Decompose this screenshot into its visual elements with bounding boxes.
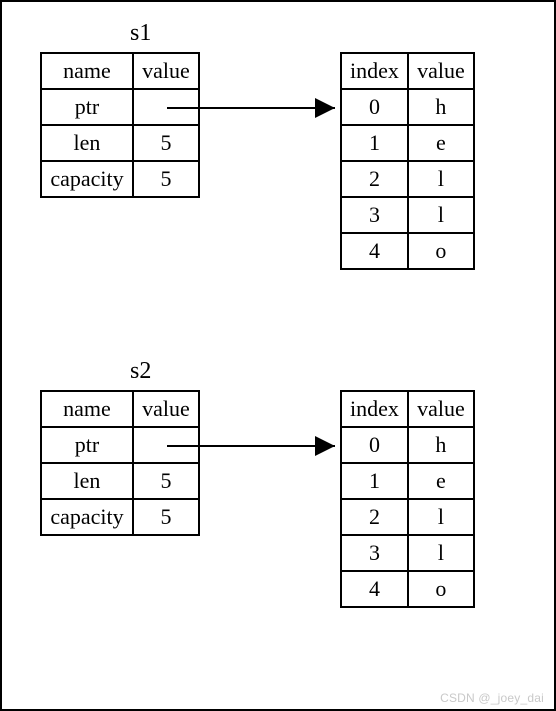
table-row: 2 l bbox=[341, 161, 474, 197]
s1-heap-cell: h bbox=[408, 89, 474, 125]
s2-meta-cell: capacity bbox=[41, 499, 133, 535]
s1-heap-header-index: index bbox=[341, 53, 408, 89]
diagram-canvas: s1 name value ptr len 5 capacity 5 index… bbox=[0, 0, 556, 711]
s1-heap-cell: 4 bbox=[341, 233, 408, 269]
s2-heap-cell: 0 bbox=[341, 427, 408, 463]
table-row: name value bbox=[41, 53, 199, 89]
s1-heap-cell: 0 bbox=[341, 89, 408, 125]
s1-heap-cell: 2 bbox=[341, 161, 408, 197]
table-row: name value bbox=[41, 391, 199, 427]
s1-meta-header-name: name bbox=[41, 53, 133, 89]
s2-heap-cell: l bbox=[408, 535, 474, 571]
table-row: 4 o bbox=[341, 233, 474, 269]
table-row: index value bbox=[341, 391, 474, 427]
s2-meta-cell: 5 bbox=[133, 499, 199, 535]
s2-heap-header-value: value bbox=[408, 391, 474, 427]
s2-meta-header-name: name bbox=[41, 391, 133, 427]
s1-heap-cell: 1 bbox=[341, 125, 408, 161]
s1-heap-cell: l bbox=[408, 197, 474, 233]
s1-meta-cell: len bbox=[41, 125, 133, 161]
s2-heap-cell: 1 bbox=[341, 463, 408, 499]
s1-heap-table: index value 0 h 1 e 2 l 3 l 4 o bbox=[340, 52, 475, 270]
s1-meta-cell: ptr bbox=[41, 89, 133, 125]
s2-heap-cell: 3 bbox=[341, 535, 408, 571]
s1-heap-cell: o bbox=[408, 233, 474, 269]
table-row: 1 e bbox=[341, 463, 474, 499]
table-row: 0 h bbox=[341, 89, 474, 125]
s2-meta-cell bbox=[133, 427, 199, 463]
table-row: 1 e bbox=[341, 125, 474, 161]
watermark-text: CSDN @_joey_dai bbox=[440, 691, 544, 705]
s2-heap-table: index value 0 h 1 e 2 l 3 l 4 o bbox=[340, 390, 475, 608]
s1-meta-cell bbox=[133, 89, 199, 125]
table-row: 3 l bbox=[341, 197, 474, 233]
s2-heap-header-index: index bbox=[341, 391, 408, 427]
table-row: len 5 bbox=[41, 125, 199, 161]
table-row: capacity 5 bbox=[41, 161, 199, 197]
table-row: ptr bbox=[41, 89, 199, 125]
table-row: 0 h bbox=[341, 427, 474, 463]
table-row: 4 o bbox=[341, 571, 474, 607]
s1-heap-cell: 3 bbox=[341, 197, 408, 233]
table-row: 3 l bbox=[341, 535, 474, 571]
table-row: len 5 bbox=[41, 463, 199, 499]
s2-heap-cell: e bbox=[408, 463, 474, 499]
s1-meta-table: name value ptr len 5 capacity 5 bbox=[40, 52, 200, 198]
s1-label: s1 bbox=[130, 20, 151, 47]
s2-meta-cell: 5 bbox=[133, 463, 199, 499]
table-row: 2 l bbox=[341, 499, 474, 535]
s2-heap-cell: 4 bbox=[341, 571, 408, 607]
s2-heap-cell: l bbox=[408, 499, 474, 535]
s2-heap-cell: h bbox=[408, 427, 474, 463]
s2-meta-header-value: value bbox=[133, 391, 199, 427]
s2-label: s2 bbox=[130, 358, 151, 385]
s2-heap-cell: 2 bbox=[341, 499, 408, 535]
s1-meta-header-value: value bbox=[133, 53, 199, 89]
table-row: ptr bbox=[41, 427, 199, 463]
table-row: index value bbox=[341, 53, 474, 89]
s2-meta-table: name value ptr len 5 capacity 5 bbox=[40, 390, 200, 536]
s1-meta-cell: capacity bbox=[41, 161, 133, 197]
s1-heap-cell: l bbox=[408, 161, 474, 197]
s1-heap-header-value: value bbox=[408, 53, 474, 89]
s1-heap-cell: e bbox=[408, 125, 474, 161]
s2-meta-cell: ptr bbox=[41, 427, 133, 463]
s1-meta-cell: 5 bbox=[133, 161, 199, 197]
s2-heap-cell: o bbox=[408, 571, 474, 607]
table-row: capacity 5 bbox=[41, 499, 199, 535]
s2-meta-cell: len bbox=[41, 463, 133, 499]
s1-meta-cell: 5 bbox=[133, 125, 199, 161]
